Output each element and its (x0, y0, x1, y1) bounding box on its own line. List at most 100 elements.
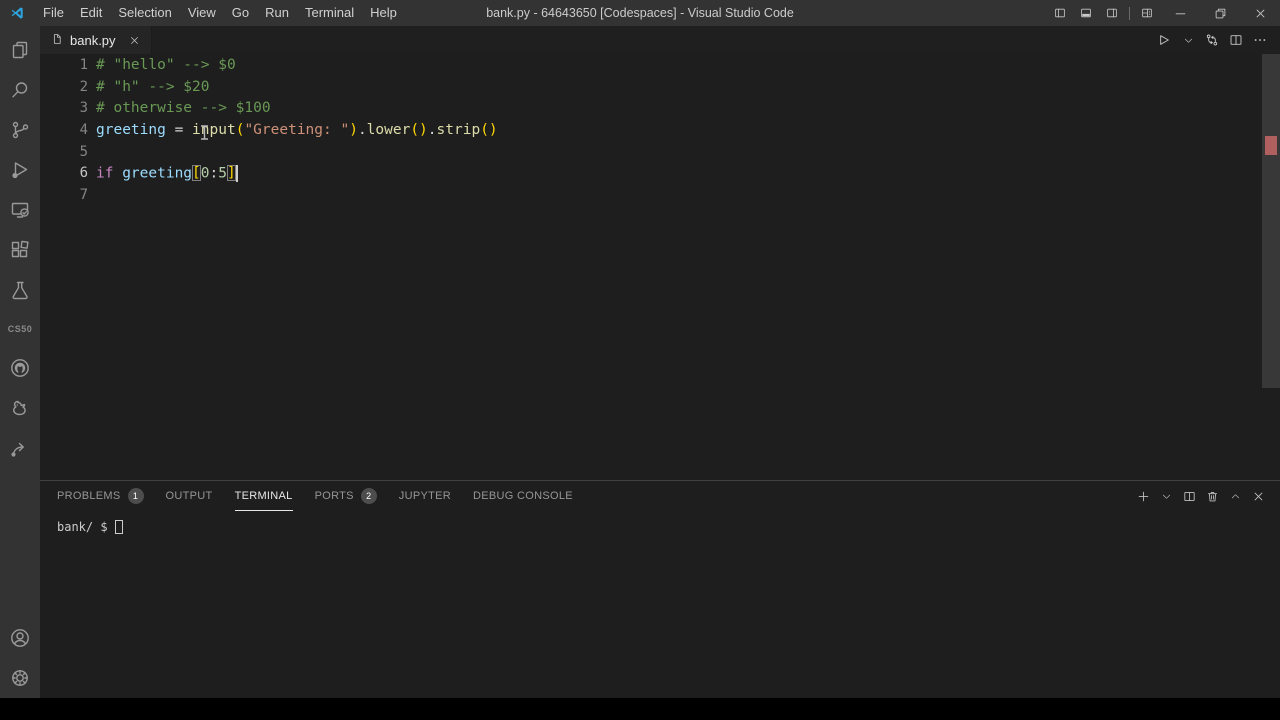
more-icon (1254, 39, 1266, 41)
menu-run[interactable]: Run (257, 0, 297, 26)
editor-actions (1154, 26, 1280, 54)
cs50-label: CS50 (7, 324, 33, 334)
bottom-panel: PROBLEMS 1 OUTPUT TERMINAL PORTS 2 JUPYTER DEBU… (40, 480, 1280, 698)
panel-tab-debug-console[interactable]: DEBUG CONSOLE (473, 481, 573, 511)
panel-tab-label: PORTS (314, 490, 354, 502)
text-cursor (235, 164, 238, 182)
run-icon (1160, 35, 1169, 45)
close-icon (1254, 492, 1262, 500)
activity-share[interactable] (0, 428, 40, 468)
activity-cs50-duck-debugger[interactable] (0, 388, 40, 428)
run-python-file-button[interactable] (1154, 30, 1174, 50)
menu-edit[interactable]: Edit (72, 0, 110, 26)
activity-settings[interactable] (0, 658, 40, 698)
terminal[interactable]: bank/ $ (40, 511, 1280, 698)
menu-terminal[interactable]: Terminal (297, 0, 362, 26)
github-icon (11, 359, 29, 377)
activity-run-and-debug[interactable] (0, 150, 40, 190)
line-content: # "hello" --> $0 (96, 57, 236, 73)
activity-bar: CS50 (0, 26, 40, 698)
token-keyword: if (96, 165, 114, 182)
run-dropdown-button[interactable] (1178, 30, 1198, 50)
tab-bank-py[interactable]: bank.py (40, 26, 152, 54)
panel-tab-label: DEBUG CONSOLE (473, 490, 573, 502)
debug-icon (12, 162, 28, 179)
toggle-secondary-sidebar-button[interactable] (1099, 0, 1125, 26)
token-bracket: () (480, 121, 498, 138)
code-line-1: 1 # "hello" --> $0 (40, 54, 1280, 76)
activity-search[interactable] (0, 70, 40, 110)
close-icon (130, 36, 138, 44)
activity-remote-explorer[interactable] (0, 190, 40, 230)
code-line-5: 5 (40, 141, 1280, 163)
close-window-icon (1256, 9, 1264, 17)
code-lines: 1 # "hello" --> $0 2 # "h" --> $20 3 # otherw… (40, 54, 1280, 206)
token-string: "Greeting: " (244, 121, 350, 138)
activity-testing[interactable] (0, 270, 40, 310)
menu-selection[interactable]: Selection (110, 0, 179, 26)
minimize-window-button[interactable] (1160, 0, 1200, 26)
toggle-primary-sidebar-button[interactable] (1047, 0, 1073, 26)
panel-tab-ports[interactable]: PORTS 2 (315, 481, 377, 511)
activity-source-control[interactable] (0, 110, 40, 150)
token-plain: = (165, 121, 193, 138)
panel-header: PROBLEMS 1 OUTPUT TERMINAL PORTS 2 JUPYTER DEBU… (40, 481, 1280, 511)
close-window-button[interactable] (1240, 0, 1280, 26)
search-icon (12, 82, 28, 98)
activity-accounts[interactable] (0, 618, 40, 658)
line-number: 2 (79, 78, 88, 95)
customize-layout-icon (1142, 8, 1152, 18)
activity-github[interactable] (0, 348, 40, 388)
close-panel-button[interactable] (1248, 486, 1268, 506)
main-area: CS50 bank.py 1 # "hello" --> $0 2 # "h" -->… (0, 26, 1280, 698)
split-icon (1230, 35, 1242, 45)
terminal-dropdown-button[interactable] (1156, 486, 1176, 506)
source-control-icon (12, 121, 29, 139)
kill-terminal-button[interactable] (1202, 486, 1222, 506)
file-icon (50, 32, 64, 49)
title-bar: File Edit Selection View Go Run Terminal Help b… (0, 0, 1280, 26)
vscode-logo (11, 7, 23, 19)
panel-tab-output[interactable]: OUTPUT (166, 481, 213, 511)
split-icon (1183, 491, 1195, 501)
panel-tab-problems[interactable]: PROBLEMS 1 (57, 481, 144, 511)
trash-icon (1207, 491, 1217, 501)
editor-scrollbar[interactable] (1262, 54, 1280, 388)
files-icon (12, 41, 28, 59)
panel-tab-label: OUTPUT (165, 490, 213, 502)
tab-bar: bank.py (40, 26, 1280, 54)
more-actions-button[interactable] (1250, 30, 1270, 50)
token-comment: # "h" --> $20 (96, 78, 210, 95)
token-comment: # otherwise --> $100 (96, 100, 271, 117)
menu-go[interactable]: Go (224, 0, 257, 26)
customize-layout-button[interactable] (1134, 0, 1160, 26)
menu-file[interactable]: File (35, 0, 72, 26)
token-function: input (192, 121, 236, 138)
restore-window-button[interactable] (1200, 0, 1240, 26)
menu-view[interactable]: View (180, 0, 224, 26)
account-icon (11, 629, 29, 647)
plus-icon (1138, 491, 1148, 501)
restore-window-icon (1215, 8, 1225, 18)
panel-tab-terminal[interactable]: TERMINAL (234, 481, 293, 511)
split-terminal-button[interactable] (1179, 486, 1199, 506)
tab-close-icon[interactable] (128, 34, 141, 47)
split-editor-button[interactable] (1226, 30, 1246, 50)
panel-tab-jupyter[interactable]: JUPYTER (399, 481, 451, 511)
maximize-panel-button[interactable] (1225, 486, 1245, 506)
line-content: if greeting[0:5] (96, 164, 238, 182)
open-changes-button[interactable] (1202, 30, 1222, 50)
activity-explorer[interactable] (0, 30, 40, 70)
token-plain: : (209, 165, 219, 182)
menu-help[interactable]: Help (362, 0, 405, 26)
code-line-7: 7 (40, 184, 1280, 206)
activity-extensions[interactable] (0, 230, 40, 270)
new-terminal-button[interactable] (1133, 486, 1153, 506)
window-controls (1047, 0, 1280, 26)
code-line-2: 2 # "h" --> $20 (40, 76, 1280, 98)
code-line-6: 6 if greeting[0:5] (40, 162, 1280, 184)
token-bracket-match: ] (226, 165, 236, 182)
toggle-panel-button[interactable] (1073, 0, 1099, 26)
chevron-down-icon (1162, 494, 1170, 499)
code-editor[interactable]: 1 # "hello" --> $0 2 # "h" --> $20 3 # otherw… (40, 54, 1280, 480)
